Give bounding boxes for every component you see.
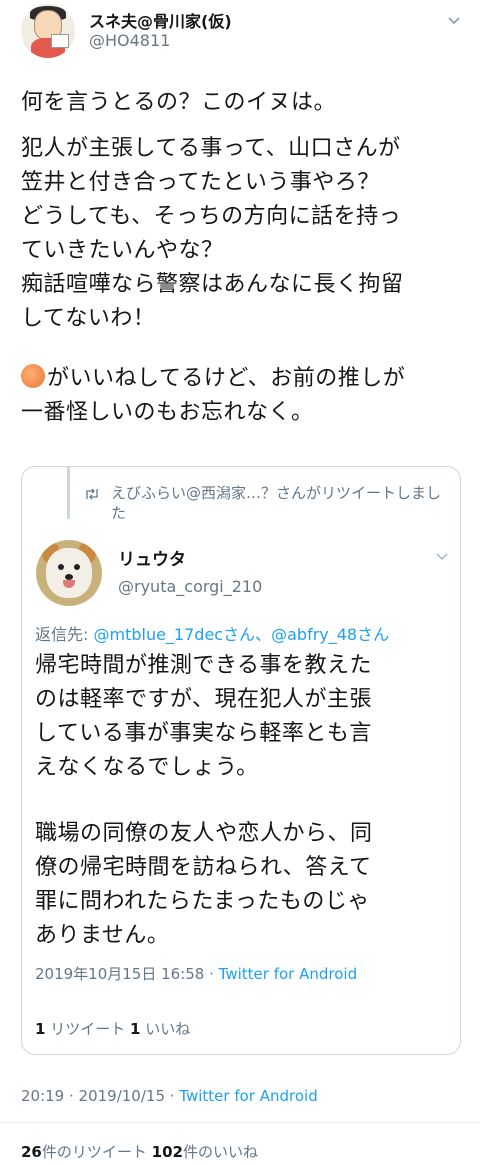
quoted-like-label[interactable]: いいね (140, 1020, 190, 1038)
quoted-source-link[interactable]: Twitter for Android (219, 965, 357, 983)
quoted-name[interactable]: リュウタ (118, 545, 186, 570)
retweet-label[interactable]: 件のリツイート (42, 1143, 152, 1161)
like-count[interactable]: 102 (152, 1143, 183, 1161)
retweet-icon (84, 487, 100, 505)
tweet-body-line: どうしても、そっちの方向に話を持っ (21, 204, 402, 229)
quoted-stats: 1 リツイート 1 いいね (35, 1018, 190, 1039)
tweet-last-text: がいいねしてるけど、お前の推しが (47, 366, 406, 391)
tweet-last: がいいねしてるけど、お前の推しが 一番怪しいのもお忘れなく。 (21, 362, 405, 430)
quoted-line: している事が事実なら軽率とも言 (35, 721, 372, 746)
thread-line (67, 467, 70, 519)
source-link[interactable]: Twitter for Android (179, 1087, 317, 1105)
author-handle[interactable]: @HO4811 (89, 31, 170, 50)
quoted-line: えなくなるでしょう。 (35, 755, 259, 780)
tweet-line-1: 何を言うとるの？このイヌは。 (21, 90, 337, 115)
tweet-stats: 26件のリツイート 102件のいいね (21, 1141, 258, 1162)
quoted-line: 僚の帰宅時間を訪ねられ、答えて (35, 855, 372, 880)
mention-link[interactable]: @abfry_48さん (271, 625, 389, 644)
tweet-body-line: 笠井と付き合ってたという事やろ？ (21, 170, 380, 195)
mention-link[interactable]: @mtblue_17decさん (93, 625, 255, 644)
quoted-line: ありません。 (35, 923, 170, 948)
caret-down-icon[interactable] (434, 549, 452, 569)
quoted-para-1: 帰宅時間が推測できる事を教えた のは軽率ですが、現在犯人が主張 している事が事実… (35, 649, 372, 785)
reply-prefix: 返信先: (35, 625, 94, 644)
avatar-sign (51, 34, 69, 48)
quoted-line: 罪に問われたらたまったものじゃ (35, 889, 370, 914)
retweet-count[interactable]: 26 (21, 1143, 42, 1161)
tweet-body-line: ていきたいんやな？ (21, 238, 224, 263)
tweet-last-line: 一番怪しいのもお忘れなく。 (21, 400, 314, 425)
quoted-like-count[interactable]: 1 (130, 1020, 140, 1038)
tweet-timestamp: 20:19 · 2019/10/15 · Twitter for Android (21, 1087, 318, 1105)
quoted-retweet-label[interactable]: リツイート (45, 1020, 130, 1038)
author-avatar[interactable] (21, 4, 75, 58)
divider (0, 1122, 480, 1123)
reply-to: 返信先: @mtblue_17decさん、@abfry_48さん (35, 621, 389, 645)
quoted-line: 職場の同僚の友人や恋人から、同 (35, 821, 373, 846)
tweet-body: 犯人が主張してる事って、山口さんが 笠井と付き合ってたという事やろ？ どうしても… (21, 132, 404, 336)
tweet-body-line: してないわ！ (21, 306, 156, 331)
author-name[interactable]: スネ夫@骨川家(仮) (89, 8, 232, 32)
quoted-line: のは軽率ですが、現在犯人が主張 (35, 687, 373, 712)
quoted-retweet-count[interactable]: 1 (35, 1020, 45, 1038)
retweet-context: えびふらい@西潟家…？さんがリツイートしました (111, 484, 442, 522)
emoji-icon (21, 364, 45, 388)
quoted-timestamp: 2019年10月15日 16:58 · Twitter for Android (35, 963, 357, 984)
quoted-handle[interactable]: @ryuta_corgi_210 (118, 577, 262, 596)
quoted-line: 帰宅時間が推測できる事を教えた (35, 653, 373, 678)
like-label[interactable]: 件のいいね (183, 1143, 258, 1161)
mention-separator: 、 (255, 625, 272, 644)
quoted-para-2: 職場の同僚の友人や恋人から、同 僚の帰宅時間を訪ねられ、答えて 罪に問われたらた… (35, 817, 373, 953)
quoted-avatar[interactable] (36, 540, 102, 606)
tweet-last-line: がいいねしてるけど、お前の推しが (21, 362, 405, 396)
tweet-body-line: 痴話喧嘩なら警察はあんなに長く拘留 (21, 272, 404, 297)
timestamp-text: 20:19 · 2019/10/15 · (21, 1087, 180, 1105)
tweet-body-line: 犯人が主張してる事って、山口さんが (21, 136, 401, 161)
avatar-dog-face (46, 548, 92, 598)
quoted-tweet-card[interactable]: えびふらい@西潟家…？さんがリツイートしました リュウタ @ryuta_corg… (21, 466, 461, 1055)
avatar-eye (74, 564, 80, 570)
quoted-time-text: 2019年10月15日 16:58 · (35, 965, 219, 983)
avatar-eye (58, 564, 64, 570)
caret-down-icon[interactable] (445, 12, 463, 30)
